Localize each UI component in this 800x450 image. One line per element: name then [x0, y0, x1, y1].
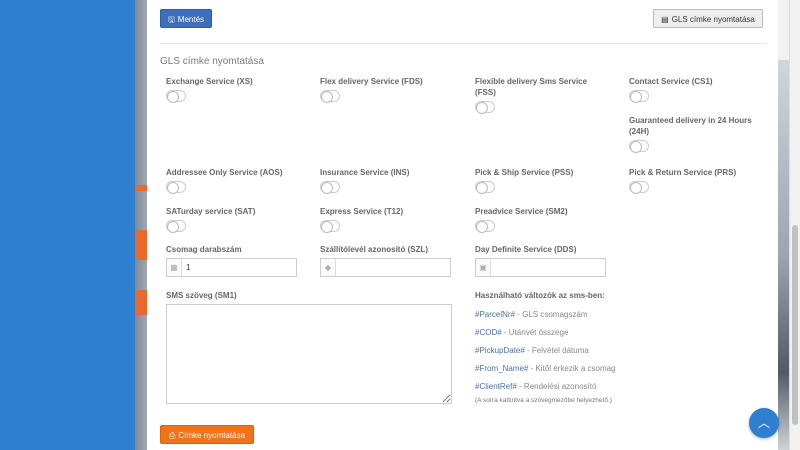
option-prs: Pick & Return Service (PRS) [629, 167, 769, 194]
page-scrollbar[interactable] [789, 0, 800, 450]
package-count-input[interactable] [182, 259, 296, 276]
variable-item[interactable]: #From_Name# - Kitől érkezik a csomag [475, 364, 675, 373]
option-aos: Addressee Only Service (AOS) [166, 167, 306, 194]
scrollbar-thumb[interactable] [792, 225, 798, 425]
option-fds: Flex delivery Service (FDS) [320, 76, 460, 103]
floppy-icon: 🖫 [167, 15, 175, 24]
toggle-cs1[interactable] [629, 90, 649, 103]
save-button[interactable]: 🖫 Mentés [160, 9, 212, 28]
option-ins: Insurance Service (INS) [320, 167, 460, 194]
section-title: GLS címke nyomtatása [160, 56, 264, 67]
chevron-up-icon: ︿ [757, 416, 770, 430]
file-icon: ▤ [661, 15, 669, 24]
option-pss: Pick & Ship Service (PSS) [475, 167, 615, 194]
toggle-fss[interactable] [475, 101, 495, 114]
toggle-xs[interactable] [166, 90, 186, 103]
print-label-button[interactable]: ⎙ Címke nyomtatása [160, 425, 254, 444]
variable-item[interactable]: #ClientRef# - Rendelési azonosító [475, 382, 675, 391]
day-definite-field: Day Definite Service (DDS) ▣ [475, 245, 606, 277]
toggle-fds[interactable] [320, 90, 340, 103]
delivery-note-field: Szállítólevél azonosító (SZL) ◆ [320, 245, 451, 277]
delivery-note-input[interactable] [336, 259, 450, 276]
toggle-24h[interactable] [629, 140, 649, 153]
sidebar [0, 0, 135, 450]
calendar-icon: ▣ [476, 259, 491, 276]
package-count-field: Csomag darabszám ▦ [166, 245, 297, 277]
option-t12: Express Service (T12) [320, 206, 460, 233]
toggle-t12[interactable] [320, 220, 340, 233]
content-card: 🖫 Mentés ▤ GLS címke nyomtatása GLS címke … [147, 0, 778, 450]
toggle-sm2[interactable] [475, 220, 495, 233]
toggle-prs[interactable] [629, 181, 649, 194]
toggle-sat[interactable] [166, 220, 186, 233]
toggle-aos[interactable] [166, 181, 186, 194]
day-definite-input[interactable] [491, 259, 605, 276]
variable-item[interactable]: #PickupDate# - Felvétel dátuma [475, 346, 675, 355]
variables-note: (A sorra kattintva a szövegmezőbe helyez… [475, 397, 612, 404]
option-fss: Flexible delivery Sms Service (FSS) [475, 76, 605, 114]
variable-item[interactable]: #ParcelNr# - GLS csomagszám [475, 310, 675, 319]
option-xs: Exchange Service (XS) [166, 76, 306, 103]
print-gls-label-top-button[interactable]: ▤ GLS címke nyomtatása [653, 9, 763, 28]
sms-text-field: SMS szöveg (SM1) [166, 291, 452, 406]
scroll-top-button[interactable]: ︿ [749, 408, 779, 438]
option-cs1: Contact Service (CS1) [629, 76, 769, 103]
variable-item[interactable]: #COD# - Utánvét összege [475, 328, 675, 337]
option-24h: Guaranteed delivery in 24 Hours (24H) [629, 115, 764, 153]
toggle-ins[interactable] [320, 181, 340, 194]
calculator-icon: ▦ [167, 259, 182, 276]
sms-variables: Használható változók az sms-ben: #Parcel… [475, 291, 675, 404]
option-sat: SATurday service (SAT) [166, 206, 306, 233]
sms-text-textarea[interactable] [166, 304, 452, 404]
divider [160, 43, 767, 44]
option-sm2: Preadvice Service (SM2) [475, 206, 615, 233]
printer-icon: ⎙ [168, 431, 176, 440]
tag-icon: ◆ [321, 259, 336, 276]
toggle-pss[interactable] [475, 181, 495, 194]
